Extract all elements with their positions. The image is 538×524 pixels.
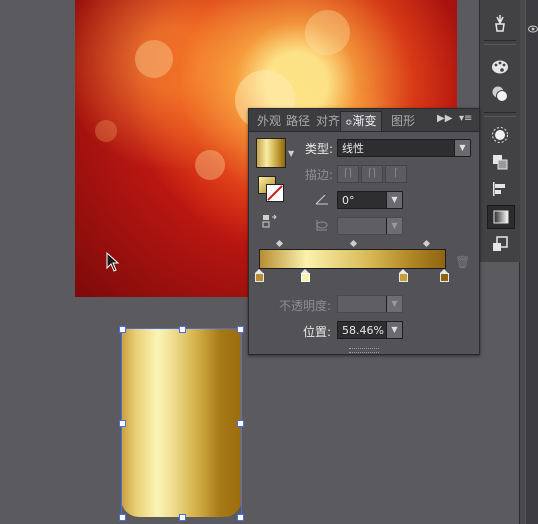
angle-icon <box>315 194 328 205</box>
resize-handle[interactable] <box>237 326 244 333</box>
resize-handle[interactable] <box>237 514 244 521</box>
location-value: 58.46% <box>342 324 384 337</box>
gradient-preview-swatch[interactable] <box>256 138 286 168</box>
type-label: 类型: <box>305 142 334 156</box>
chevron-down-icon: ▼ <box>386 218 402 234</box>
panel-icon-strip <box>479 0 520 262</box>
midpoint-diamond[interactable] <box>349 239 358 248</box>
reverse-gradient-icon[interactable] <box>262 213 278 229</box>
resize-handle[interactable] <box>119 326 126 333</box>
chevron-down-icon: ▼ <box>386 192 402 208</box>
transform-icon[interactable] <box>487 233 513 255</box>
stroke-none-swatch[interactable] <box>266 184 284 202</box>
aspect-ratio-field: ▼ <box>337 217 403 235</box>
gradient-panel: 外观 路径 对齐 ≎渐变 图形 ▶▶ ▾≡ ▼ 类型: 线性 ▼ 描边: ⌈⌉ … <box>248 108 480 355</box>
palette-icon[interactable] <box>487 56 513 78</box>
bokeh-circle <box>305 10 350 55</box>
separator <box>484 112 516 117</box>
tab-reorder-icon: ≎ <box>345 118 353 128</box>
selection-bounding-box <box>119 326 244 521</box>
gradient-slider[interactable] <box>259 249 446 269</box>
pathfinder-icon[interactable] <box>487 151 513 173</box>
tab-align[interactable]: 对齐 <box>316 112 340 131</box>
tab-graphic-styles[interactable]: 图形 <box>391 112 415 131</box>
trash-icon[interactable]: 🗑 <box>455 255 470 269</box>
resize-handle[interactable] <box>179 326 186 333</box>
location-label: 位置: <box>303 325 332 339</box>
opacity-field: ▼ <box>337 295 403 313</box>
stroke-within-button: ⌈⌉ <box>337 165 359 183</box>
angle-field[interactable]: 0° ▼ <box>337 191 403 209</box>
eye-icon[interactable] <box>528 24 538 34</box>
gradient-stop[interactable] <box>301 269 311 282</box>
resize-handle[interactable] <box>179 514 186 521</box>
gradient-icon[interactable] <box>487 205 515 229</box>
mouse-cursor-icon <box>106 252 120 272</box>
midpoint-diamond[interactable] <box>422 239 431 248</box>
resize-handle[interactable] <box>237 420 244 427</box>
bokeh-circle <box>195 150 225 180</box>
chevron-down-icon[interactable]: ▼ <box>288 149 294 158</box>
stroke-label: 描边: <box>305 168 334 182</box>
chevron-down-icon: ▼ <box>386 322 402 338</box>
gradient-stop[interactable] <box>440 269 449 282</box>
location-field[interactable]: 58.46% ▼ <box>337 321 403 339</box>
stroke-along-button: ⌈⌉ <box>361 165 383 183</box>
brush-icon[interactable] <box>487 12 513 34</box>
chevron-down-icon: ▼ <box>454 140 470 156</box>
tab-gradient[interactable]: ≎渐变 <box>340 111 382 131</box>
align-icon[interactable] <box>487 178 513 200</box>
panel-menu-icon[interactable]: ▾≡ <box>459 113 472 124</box>
bokeh-circle <box>95 120 117 142</box>
opacity-label: 不透明度: <box>279 299 332 313</box>
collapse-arrows-icon[interactable]: ▶▶ <box>437 113 452 124</box>
tab-appearance[interactable]: 外观 <box>257 112 281 131</box>
chevron-down-icon: ▼ <box>386 296 402 312</box>
angle-value: 0° <box>342 194 355 207</box>
tab-gradient-label: 渐变 <box>352 114 377 128</box>
side-dock-panel <box>525 0 538 524</box>
resize-handle[interactable] <box>119 514 126 521</box>
aspect-ratio-icon <box>316 220 328 231</box>
type-value: 线性 <box>342 142 364 155</box>
color-guide-icon[interactable] <box>487 83 513 105</box>
separator <box>484 40 516 45</box>
panel-tab-bar: 外观 路径 对齐 ≎渐变 图形 ▶▶ ▾≡ <box>249 109 479 132</box>
gradient-stop[interactable] <box>399 269 409 282</box>
bokeh-circle <box>135 40 173 78</box>
panel-resize-grip[interactable] <box>349 348 379 353</box>
type-dropdown[interactable]: 线性 ▼ <box>337 139 471 157</box>
midpoint-diamond[interactable] <box>275 239 284 248</box>
tab-pathfinder[interactable]: 路径 <box>286 112 310 131</box>
stroke-across-button: ⌈ <box>385 165 407 183</box>
resize-handle[interactable] <box>119 420 126 427</box>
sun-icon[interactable] <box>487 124 513 146</box>
gradient-stop[interactable] <box>255 269 264 282</box>
